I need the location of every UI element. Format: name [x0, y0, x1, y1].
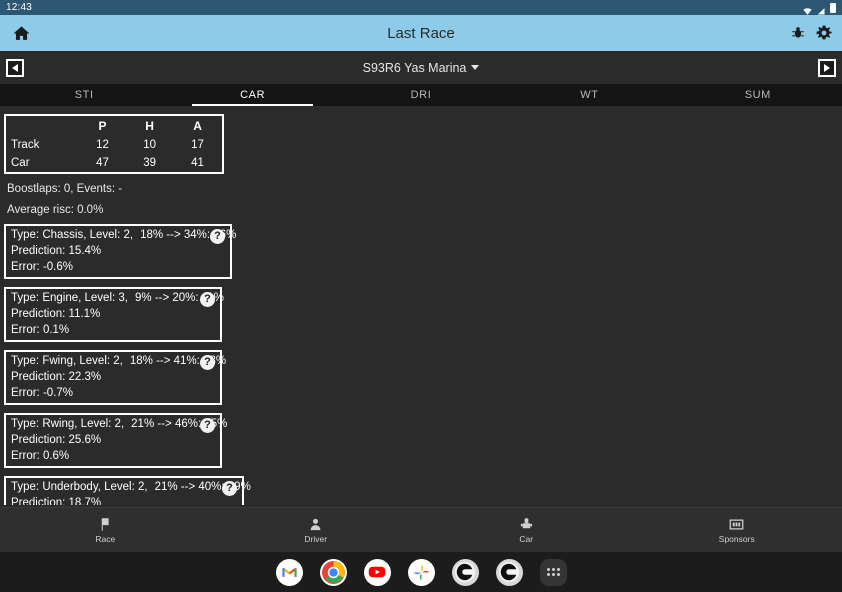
signal-icon: [816, 3, 827, 12]
part-header-underbody: Type: Underbody, Level: 2,21% --> 40%: 1…: [11, 481, 236, 493]
part-type-rwing: Type: Rwing, Level: 2,: [11, 418, 124, 430]
bug-icon[interactable]: [790, 25, 806, 41]
part-card-underbody[interactable]: Type: Underbody, Level: 2,21% --> 40%: 1…: [4, 476, 244, 505]
table-header-p: P: [79, 115, 126, 136]
nav-item-driver[interactable]: Driver: [211, 516, 422, 544]
app-icon-e-1[interactable]: [452, 559, 479, 586]
part-error-fwing: Error: -0.7%: [11, 387, 214, 399]
gmail-icon[interactable]: [276, 559, 303, 586]
wifi-icon: [802, 3, 813, 12]
help-icon[interactable]: ?: [210, 229, 225, 244]
table-row: Car 47 39 41: [5, 154, 223, 173]
help-icon[interactable]: ?: [200, 292, 215, 307]
nav-item-race[interactable]: Race: [0, 516, 211, 544]
row-label-track: Track: [5, 136, 79, 154]
chevron-down-icon: [471, 65, 479, 70]
part-type-underbody: Type: Underbody, Level: 2,: [11, 481, 148, 493]
part-header-rwing: Type: Rwing, Level: 2,21% --> 46%: 25%: [11, 418, 214, 430]
status-icons: [802, 3, 836, 13]
help-icon[interactable]: ?: [200, 355, 215, 370]
part-header-chassis: Type: Chassis, Level: 2,18% --> 34%: 16%: [11, 229, 224, 241]
android-taskbar: [0, 552, 842, 592]
status-bar: 12:43: [0, 0, 842, 15]
race-name-dropdown[interactable]: S93R6 Yas Marina: [0, 61, 842, 75]
nav-label-driver: Driver: [304, 534, 327, 544]
app-bar: Last Race: [0, 15, 842, 51]
part-prediction-engine: Prediction: 11.1%: [11, 308, 214, 320]
part-card-rwing[interactable]: Type: Rwing, Level: 2,21% --> 46%: 25% P…: [4, 413, 222, 468]
tab-bar: STI CAR DRI WT SUM: [0, 84, 842, 106]
app-bar-actions: [790, 25, 832, 41]
car-h-value: 39: [126, 154, 173, 173]
part-type-fwing: Type: Fwing, Level: 2,: [11, 355, 123, 367]
part-card-chassis[interactable]: Type: Chassis, Level: 2,18% --> 34%: 16%…: [4, 224, 232, 279]
youtube-icon[interactable]: [364, 559, 391, 586]
home-icon[interactable]: [10, 22, 32, 44]
tab-sti[interactable]: STI: [0, 84, 168, 106]
status-clock: 12:43: [6, 3, 32, 13]
part-error-engine: Error: 0.1%: [11, 324, 214, 336]
content-area: P H A Track 12 10 17 Car 47 39 41 Boostl…: [0, 106, 842, 505]
part-error-rwing: Error: 0.6%: [11, 450, 214, 462]
part-card-engine[interactable]: Type: Engine, Level: 3,9% --> 20%: 11% P…: [4, 287, 222, 342]
help-icon[interactable]: ?: [222, 481, 237, 496]
part-header-engine: Type: Engine, Level: 3,9% --> 20%: 11%: [11, 292, 214, 304]
part-prediction-chassis: Prediction: 15.4%: [11, 245, 224, 257]
battery-icon: [830, 3, 836, 13]
chrome-icon[interactable]: [320, 559, 347, 586]
tab-wt[interactable]: WT: [505, 84, 673, 106]
row-label-car: Car: [5, 154, 79, 173]
part-header-fwing: Type: Fwing, Level: 2,18% --> 41%: 23%: [11, 355, 214, 367]
bottom-navigation: Race Driver Car: [0, 507, 842, 552]
help-icon[interactable]: ?: [200, 418, 215, 433]
nav-label-race: Race: [95, 534, 115, 544]
nav-item-sponsors[interactable]: Sponsors: [632, 516, 842, 544]
google-photos-icon[interactable]: [408, 559, 435, 586]
app-root: 12:43 Last Race: [0, 0, 842, 592]
car-a-value: 41: [173, 154, 223, 173]
part-prediction-underbody: Prediction: 18.7%: [11, 497, 236, 505]
person-icon: [308, 516, 324, 532]
part-prediction-rwing: Prediction: 25.6%: [11, 434, 214, 446]
part-error-chassis: Error: -0.6%: [11, 261, 224, 273]
car-icon: [518, 516, 534, 532]
part-type-chassis: Type: Chassis, Level: 2,: [11, 229, 133, 241]
track-h-value: 10: [126, 136, 173, 154]
tab-sum[interactable]: SUM: [674, 84, 842, 106]
car-p-value: 47: [79, 154, 126, 173]
part-prediction-fwing: Prediction: 22.3%: [11, 371, 214, 383]
part-card-fwing[interactable]: Type: Fwing, Level: 2,18% --> 41%: 23% P…: [4, 350, 222, 405]
nav-label-car: Car: [519, 534, 533, 544]
part-type-engine: Type: Engine, Level: 3,: [11, 292, 128, 304]
grid-dots: [547, 568, 560, 576]
table-row: Track 12 10 17: [5, 136, 223, 154]
table-header-blank: [5, 115, 79, 136]
boostlaps-text: Boostlaps: 0, Events: -: [7, 183, 842, 195]
track-a-value: 17: [173, 136, 223, 154]
table-header-a: A: [173, 115, 223, 136]
track-p-value: 12: [79, 136, 126, 154]
race-selector-bar: S93R6 Yas Marina: [0, 51, 842, 84]
stats-table: P H A Track 12 10 17 Car 47 39 41: [4, 114, 224, 174]
nav-item-car[interactable]: Car: [421, 516, 632, 544]
money-icon: [729, 516, 745, 532]
race-name-label: S93R6 Yas Marina: [363, 61, 467, 75]
app-icon-e-2[interactable]: [496, 559, 523, 586]
app-drawer-icon[interactable]: [540, 559, 567, 586]
tab-dri[interactable]: DRI: [337, 84, 505, 106]
table-header-row: P H A: [5, 115, 223, 136]
nav-label-sponsors: Sponsors: [719, 534, 755, 544]
table-header-h: H: [126, 115, 173, 136]
flag-icon: [97, 516, 113, 532]
average-risc-text: Average risc: 0.0%: [7, 204, 842, 216]
page-title: Last Race: [0, 25, 842, 42]
tab-car[interactable]: CAR: [168, 84, 336, 106]
gear-icon[interactable]: [816, 25, 832, 41]
